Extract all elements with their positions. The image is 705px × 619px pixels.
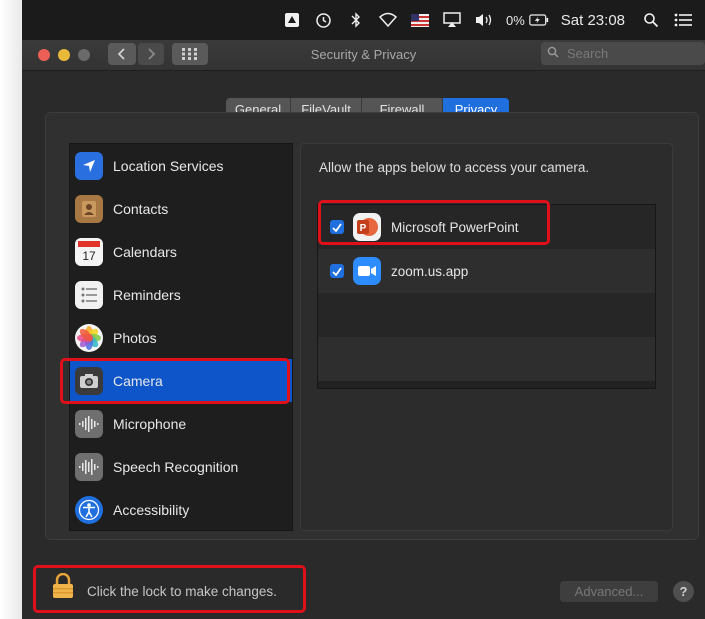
pane-description: Allow the apps below to access your came… (319, 160, 590, 175)
sidebar-item-label: Camera (113, 372, 163, 389)
app-checkbox-zoom[interactable] (330, 264, 344, 278)
sidebar-item-label: Calendars (113, 243, 177, 260)
zoom-camera-icon (353, 257, 381, 285)
checkmark-icon (332, 266, 342, 276)
battery-icon[interactable] (529, 10, 549, 30)
preferences-window: Security & Privacy General FileVault Fir… (22, 40, 705, 619)
app-list[interactable]: P Microsoft PowerPoint zoom.us.app (317, 204, 656, 389)
location-arrow-icon (75, 151, 103, 180)
speech-waveform-icon (75, 452, 103, 481)
battery-percent[interactable]: 0% (506, 13, 525, 28)
notification-list-icon[interactable] (673, 10, 693, 30)
sidebar-item-location-services[interactable]: Location Services (70, 144, 292, 187)
app-label: Microsoft PowerPoint (391, 219, 519, 235)
title-bar: Security & Privacy (22, 40, 705, 71)
sidebar-item-label: Speech Recognition (113, 458, 239, 475)
checkmark-icon (332, 222, 342, 232)
sidebar-item-label: Accessibility (113, 501, 190, 518)
app-row-powerpoint[interactable]: P Microsoft PowerPoint (318, 205, 655, 249)
help-button[interactable]: ? (673, 581, 694, 602)
microphone-waveform-icon (75, 409, 103, 438)
app-label: zoom.us.app (391, 263, 469, 279)
search-field[interactable] (541, 42, 705, 65)
empty-row (318, 337, 655, 381)
camera-icon (75, 366, 103, 395)
sidebar-item-camera[interactable]: Camera (70, 359, 292, 402)
app-row-zoom[interactable]: zoom.us.app (318, 249, 655, 293)
search-input[interactable] (565, 45, 699, 62)
app-checkbox-powerpoint[interactable] (330, 220, 344, 234)
volume-icon[interactable] (474, 10, 494, 30)
empty-row (318, 293, 655, 337)
sidebar-item-accessibility[interactable]: Accessibility (70, 488, 292, 531)
sidebar-item-reminders[interactable]: Reminders (70, 273, 292, 316)
airplay-icon[interactable] (442, 10, 462, 30)
spotlight-search-icon[interactable] (641, 10, 661, 30)
bluetooth-icon[interactable] (346, 10, 366, 30)
calendar-icon: 17 (75, 237, 103, 266)
time-machine-icon[interactable] (314, 10, 334, 30)
sidebar-item-label: Reminders (113, 286, 181, 303)
privacy-panel: Location Services Contacts 17 Calendars … (45, 112, 699, 540)
search-icon (547, 46, 561, 61)
sidebar-item-label: Microphone (113, 415, 187, 432)
privacy-category-list[interactable]: Location Services Contacts 17 Calendars … (69, 143, 293, 531)
sidebar-item-label: Photos (113, 329, 157, 346)
sidebar-item-calendars[interactable]: 17 Calendars (70, 230, 292, 273)
contacts-book-icon (75, 194, 103, 223)
advanced-button[interactable]: Advanced... (560, 581, 658, 602)
menu-bar: 0% Sat 23:08 (22, 0, 705, 40)
sidebar-item-label: Contacts (113, 200, 169, 217)
wifi-icon[interactable] (378, 10, 398, 30)
lock-icon[interactable] (52, 572, 74, 599)
sidebar-item-photos[interactable]: Photos (70, 316, 292, 359)
powerpoint-icon: P (353, 213, 381, 241)
menubar-clock[interactable]: Sat 23:08 (561, 12, 625, 29)
reminders-list-icon (75, 280, 103, 309)
accessibility-figure-icon (75, 495, 103, 524)
desktop-edge (0, 0, 22, 619)
sidebar-item-microphone[interactable]: Microphone (70, 402, 292, 445)
lock-message[interactable]: Click the lock to make changes. (87, 584, 277, 599)
photos-flower-icon (75, 323, 103, 352)
svg-text:P: P (360, 223, 367, 234)
camera-access-pane: Allow the apps below to access your came… (300, 143, 673, 531)
sidebar-item-label: Location Services (113, 157, 224, 174)
svg-text:17: 17 (82, 249, 96, 263)
drive-icon[interactable] (282, 10, 302, 30)
sidebar-item-speech-recognition[interactable]: Speech Recognition (70, 445, 292, 488)
flag-icon[interactable] (410, 10, 430, 30)
sidebar-item-contacts[interactable]: Contacts (70, 187, 292, 230)
